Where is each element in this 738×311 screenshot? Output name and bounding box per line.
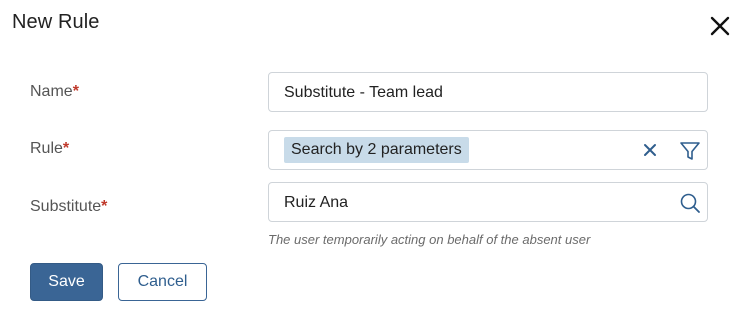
substitute-label-text: Substitute: [30, 198, 102, 215]
substitute-hint: The user temporarily acting on behalf of…: [268, 232, 591, 247]
save-button[interactable]: Save: [30, 263, 103, 301]
required-mark: *: [101, 198, 108, 215]
name-input-value: Substitute - Team lead: [284, 84, 443, 101]
substitute-input-value: Ruiz Ana: [284, 194, 349, 211]
rule-label-text: Rule: [30, 140, 63, 157]
close-icon: [708, 14, 732, 38]
clear-rule-button[interactable]: [643, 143, 657, 157]
dialog-title: New Rule: [12, 11, 100, 33]
clear-icon: [643, 143, 657, 157]
substitute-input[interactable]: Ruiz Ana: [268, 182, 708, 222]
cancel-button[interactable]: Cancel: [118, 263, 207, 301]
rule-chip[interactable]: Search by 2 parameters: [284, 137, 469, 163]
close-button[interactable]: [708, 14, 732, 38]
name-label: Name*: [30, 83, 79, 101]
required-mark: *: [62, 140, 70, 157]
substitute-label: Substitute*: [30, 198, 107, 216]
search-icon: [679, 192, 701, 214]
search-user-button[interactable]: [679, 192, 701, 214]
name-input[interactable]: Substitute - Team lead: [268, 72, 708, 112]
rule-selector[interactable]: Search by 2 parameters: [268, 130, 708, 170]
required-mark: *: [72, 83, 79, 100]
filter-button[interactable]: [679, 140, 701, 162]
filter-icon: [679, 140, 701, 162]
rule-label: Rule*: [30, 140, 69, 158]
name-label-text: Name: [30, 83, 73, 100]
